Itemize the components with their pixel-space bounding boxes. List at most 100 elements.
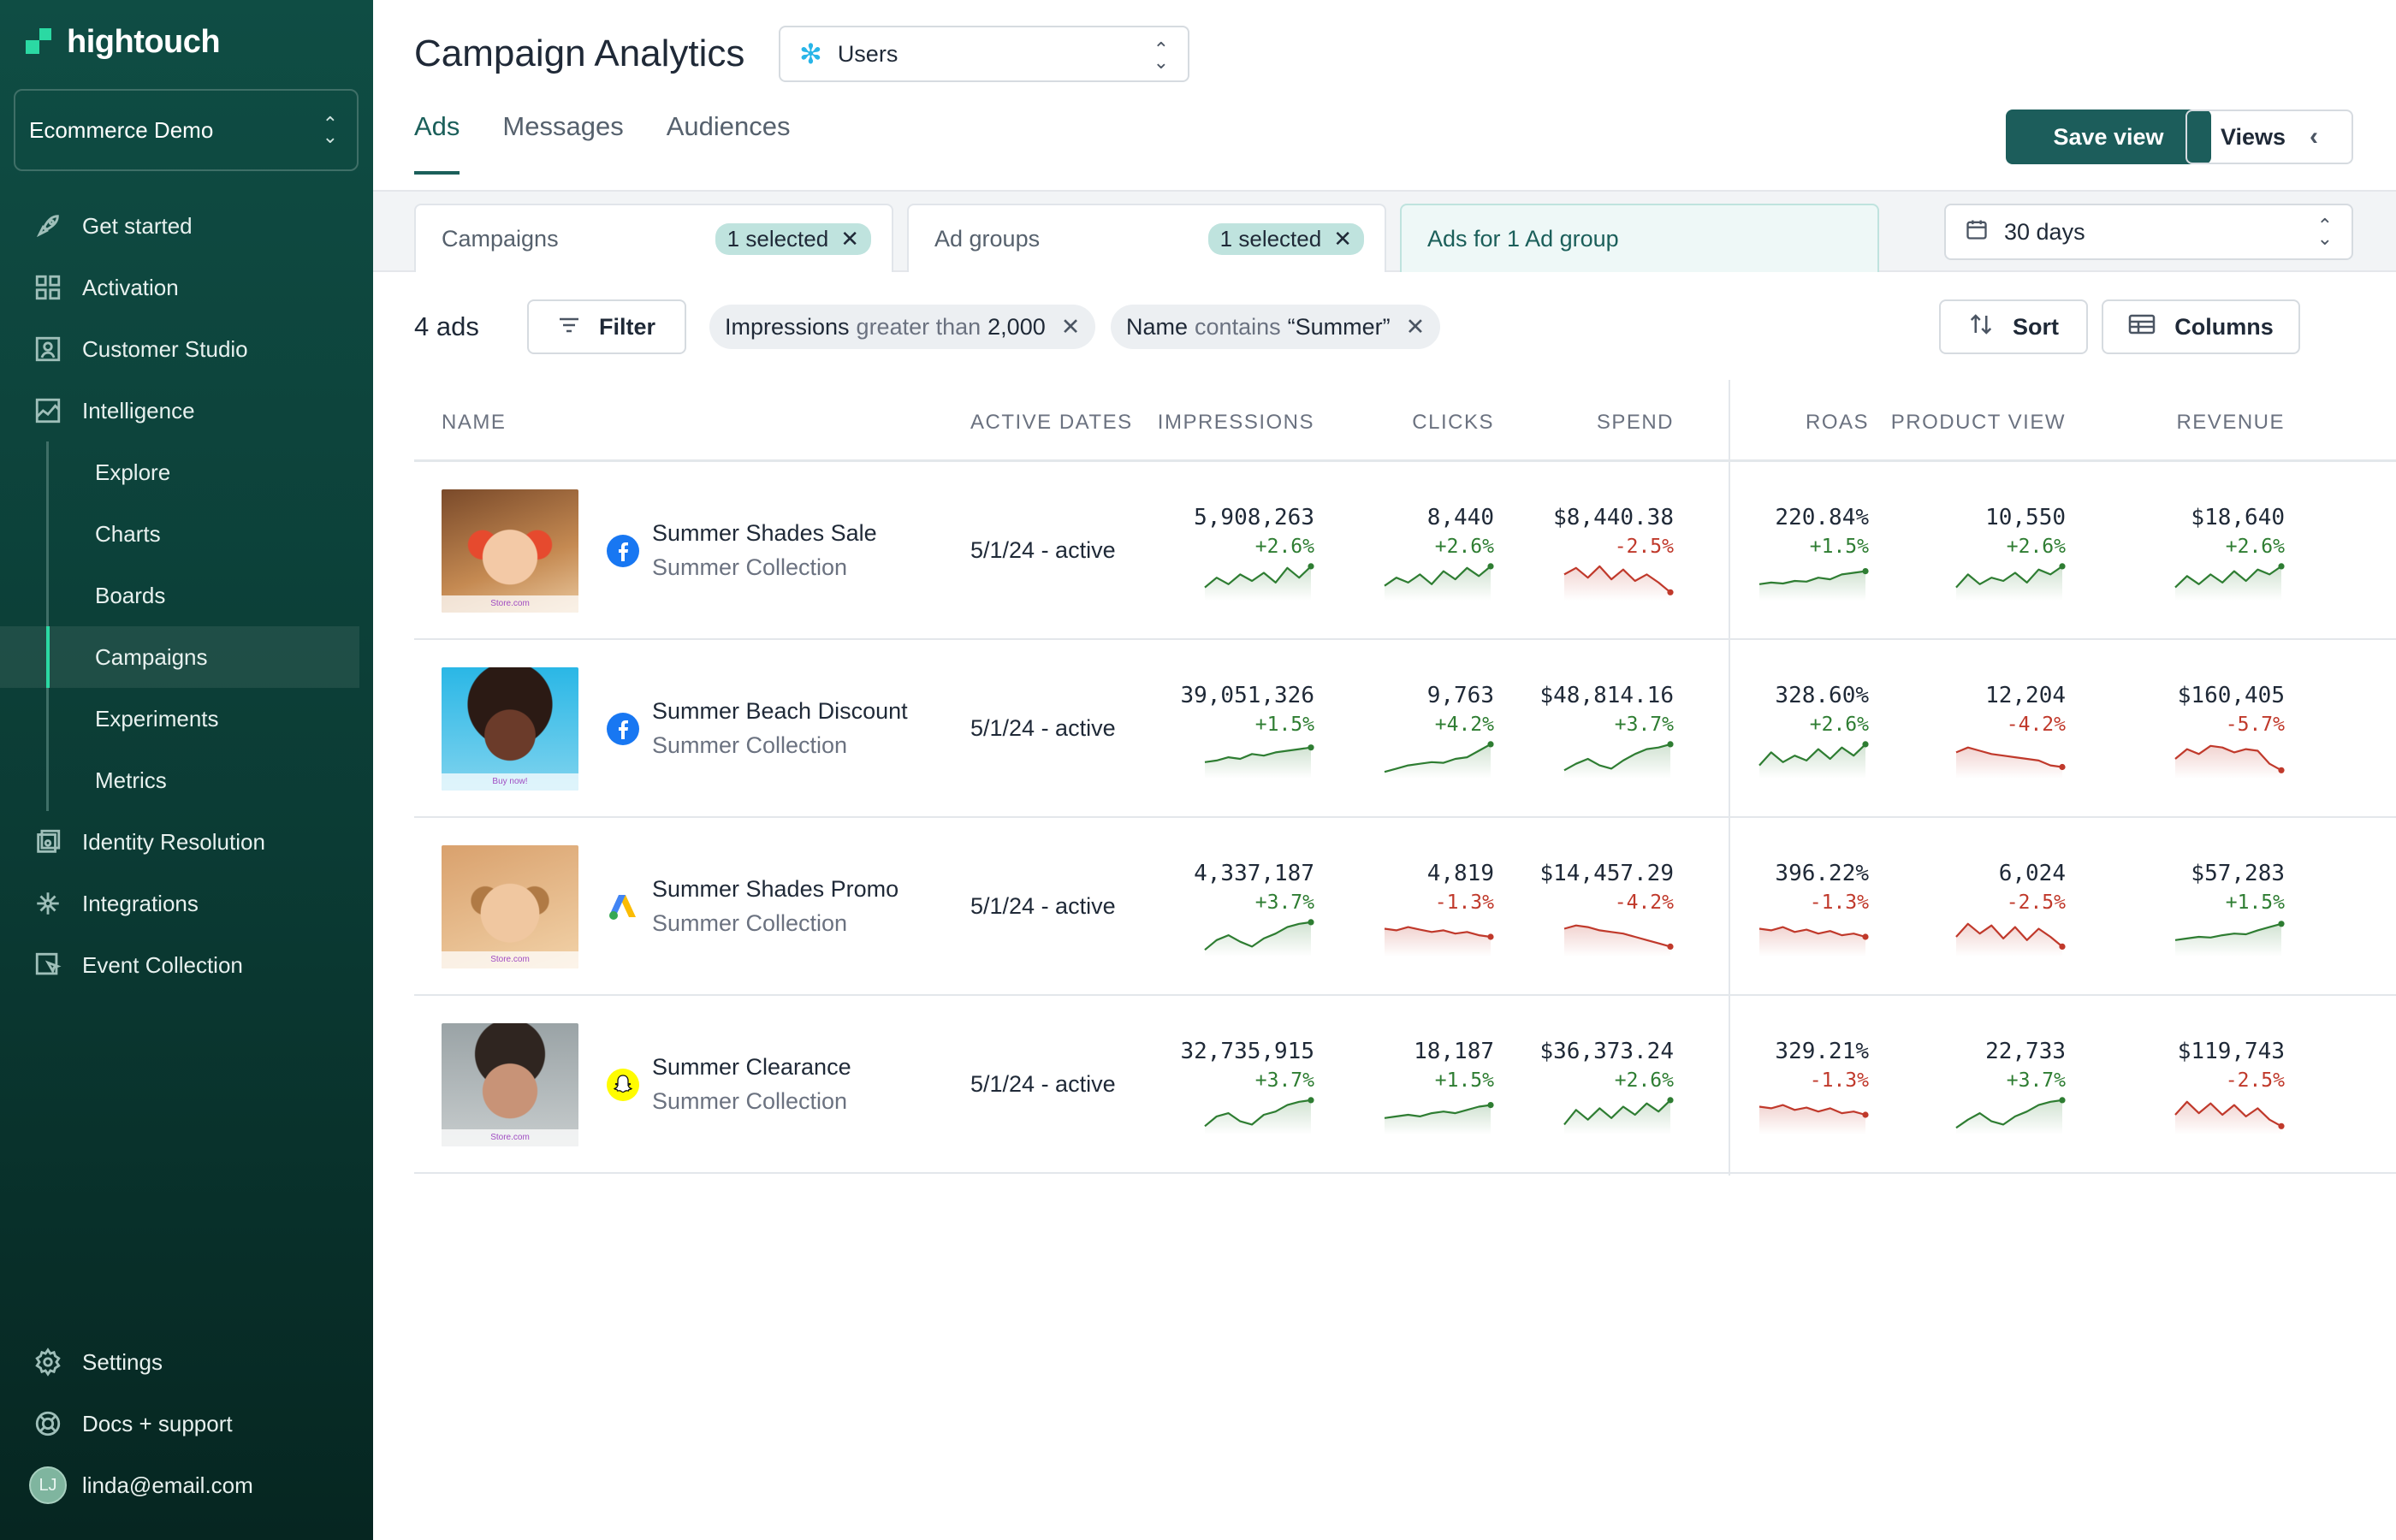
logo[interactable]: hightouch (26, 24, 221, 61)
filter-button[interactable]: Filter (527, 299, 686, 354)
sidebar-subitem-explore[interactable]: Explore (0, 441, 373, 503)
workspace-selector[interactable]: Ecommerce Demo ⌃ ⌄ (14, 89, 359, 171)
sidebar-subitem-label: Metrics (95, 767, 167, 793)
pill-field: Name (1126, 313, 1189, 340)
user-email: linda@email.com (82, 1472, 253, 1498)
sidebar-item-docs-support[interactable]: Docs + support (0, 1393, 373, 1454)
metric-cell: $18,640 +2.6% (2096, 505, 2285, 601)
sparkline (1384, 563, 1494, 601)
metric-value: $14,457.29 (1539, 861, 1674, 886)
column-header-name[interactable]: NAME (442, 411, 506, 435)
column-header-clicks[interactable]: CLICKS (1412, 411, 1494, 435)
user-menu[interactable]: LJ linda@email.com (0, 1454, 373, 1516)
sidebar-item-intelligence[interactable]: Intelligence (0, 380, 373, 441)
column-header-roas[interactable]: ROAS (1806, 411, 1869, 435)
sparkline (1563, 741, 1674, 779)
result-count: 4 ads (414, 311, 479, 341)
active-dates: 5/1/24 - active (970, 1071, 1116, 1097)
person-box-icon (33, 334, 63, 364)
column-header-spend[interactable]: SPEND (1597, 411, 1674, 435)
sparkline (1758, 1104, 1869, 1134)
sidebar-item-identity-resolution[interactable]: Identity Resolution (0, 811, 373, 873)
metric-delta: +2.6% (1614, 1069, 1674, 1092)
sidebar-subitem-campaigns[interactable]: Campaigns (0, 626, 359, 688)
close-icon[interactable]: ✕ (1406, 314, 1426, 341)
metric-value: $8,440.38 (1553, 505, 1674, 530)
metric-value: $57,283 (2191, 861, 2285, 886)
ad-collection: Summer Collection (652, 554, 848, 580)
event-icon (33, 950, 63, 980)
metric-value: $48,814.16 (1539, 683, 1674, 708)
metric-cell: 18,187 +1.5% (1306, 1039, 1494, 1134)
sparkline (1384, 1102, 1494, 1134)
sidebar-subitem-metrics[interactable]: Metrics (0, 749, 373, 811)
column-header-active-dates[interactable]: ACTIVE DATES (970, 411, 1133, 435)
date-range-select[interactable]: 30 days ⌃ ⌄ (1944, 204, 2353, 260)
source-select[interactable]: ✻ Users ⌃ ⌄ (779, 26, 1189, 82)
views-button[interactable]: Views ‹ (2185, 110, 2353, 164)
filter-pill-name[interactable]: Name contains “Summer” ✕ (1111, 305, 1441, 349)
ads-filter[interactable]: Ads for 1 Ad group (1400, 204, 1879, 272)
metric-delta: -2.5% (2006, 891, 2066, 914)
sidebar-item-settings[interactable]: Settings (0, 1331, 373, 1393)
logo-text: hightouch (67, 24, 221, 60)
ad-name[interactable]: Summer Clearance (652, 1054, 851, 1081)
thumbnail-caption: Store.com (442, 951, 578, 968)
filter-button-label: Filter (598, 313, 655, 340)
sidebar-item-activation[interactable]: Activation (0, 257, 373, 318)
sparkline (1955, 563, 2066, 601)
sidebar-subitem-charts[interactable]: Charts (0, 503, 373, 565)
sidebar-subitem-label: Explore (95, 459, 171, 485)
ad-thumbnail: Store.com (442, 1023, 578, 1146)
table-row[interactable]: Store.com Summer Shades Promo Summer Colle… (414, 818, 2396, 996)
sparkline (1204, 919, 1314, 957)
sparkline (1563, 565, 1674, 601)
tab-ads[interactable]: Ads (414, 111, 460, 175)
close-icon[interactable]: ✕ (840, 226, 859, 252)
sidebar-subitem-boards[interactable]: Boards (0, 565, 373, 626)
table-row[interactable]: Store.com Summer Shades Sale Summer Collec… (414, 462, 2396, 640)
table-row[interactable]: Store.com Summer Clearance Summer Collecti… (414, 996, 2396, 1174)
save-view-button[interactable]: Save view (2006, 110, 2211, 164)
sort-button[interactable]: Sort (1939, 299, 2088, 354)
metric-delta: -2.5% (2225, 1069, 2285, 1092)
metric-value: 9,763 (1426, 683, 1494, 708)
sparkline (1758, 926, 1869, 957)
metric-delta: -4.2% (1614, 891, 1674, 914)
metric-delta: -4.2% (2006, 714, 2066, 736)
column-header-impressions[interactable]: IMPRESSIONS (1158, 411, 1314, 435)
close-icon[interactable]: ✕ (1333, 226, 1352, 252)
sidebar-bottom: Settings Docs + support LJ linda@email.c… (0, 1331, 373, 1516)
filter-pill-impressions[interactable]: Impressions greater than 2,000 ✕ (709, 305, 1096, 349)
lifebuoy-icon (33, 1408, 63, 1439)
sidebar-subitem-experiments[interactable]: Experiments (0, 688, 373, 749)
metric-cell: 4,819 -1.3% (1306, 861, 1494, 957)
metric-value: 22,733 (1985, 1039, 2066, 1064)
sparkline (2174, 921, 2285, 957)
tab-audiences[interactable]: Audiences (667, 111, 791, 175)
sparkline (2174, 1100, 2285, 1134)
sidebar-item-customer-studio[interactable]: Customer Studio (0, 318, 373, 380)
sidebar-item-get-started[interactable]: Get started (0, 195, 373, 257)
chevron-up-down-icon: ⌃ ⌄ (2316, 215, 2333, 250)
columns-button[interactable]: Columns (2102, 299, 2300, 354)
sort-button-label: Sort (2013, 313, 2059, 340)
column-header-revenue[interactable]: REVENUE (2176, 411, 2285, 435)
sidebar-item-integrations[interactable]: Integrations (0, 873, 373, 934)
ad-name[interactable]: Summer Beach Discount (652, 698, 908, 725)
close-icon[interactable]: ✕ (1061, 314, 1081, 341)
sidebar-item-event-collection[interactable]: Event Collection (0, 934, 373, 996)
gear-icon (33, 1347, 63, 1377)
metric-delta: +1.5% (1254, 714, 1314, 736)
column-header-product-view[interactable]: PRODUCT VIEW (1891, 411, 2066, 435)
metric-cell: 396.22% -1.3% (1681, 861, 1869, 957)
campaigns-selected-chip: 1 selected ✕ (715, 222, 871, 255)
ad-name[interactable]: Summer Shades Sale (652, 520, 877, 547)
tab-messages[interactable]: Messages (502, 111, 623, 175)
ad-groups-filter[interactable]: Ad groups 1 selected ✕ (907, 204, 1386, 272)
metric-cell: 9,763 +4.2% (1306, 683, 1494, 779)
ad-name[interactable]: Summer Shades Promo (652, 876, 898, 903)
table-row[interactable]: Buy now! Summer Beach Discount Summer Coll… (414, 640, 2396, 818)
campaigns-filter[interactable]: Campaigns 1 selected ✕ (414, 204, 893, 272)
active-dates: 5/1/24 - active (970, 537, 1116, 563)
